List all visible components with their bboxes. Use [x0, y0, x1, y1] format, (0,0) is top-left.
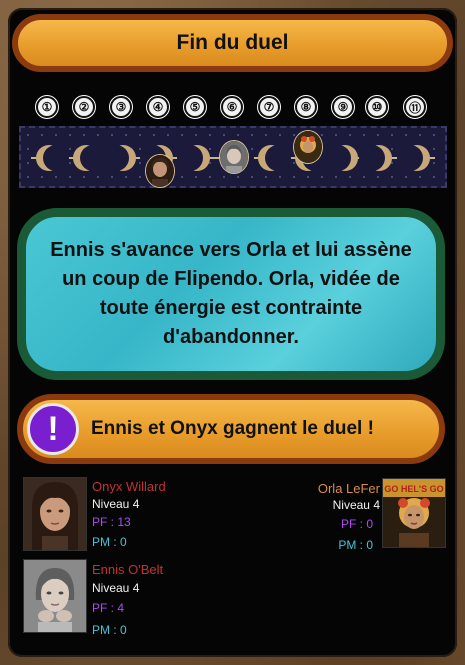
player-token-ennis-obelt[interactable] — [219, 140, 249, 174]
exclamation-icon: ! — [27, 403, 79, 455]
player-token-orla[interactable] — [293, 130, 323, 164]
player-pf-onyx: PF : 13 — [92, 515, 131, 529]
result-text: Ennis et Onyx gagnent le duel ! — [91, 418, 374, 439]
turn-5: ⑤ — [184, 96, 206, 118]
player-pm-onyx: PM : 0 — [92, 535, 127, 549]
player-pf-ennis: PF : 4 — [92, 601, 125, 615]
moon-phase-icon — [258, 145, 291, 171]
moon-phase-track — [19, 126, 447, 188]
avatar-onyx[interactable] — [23, 477, 87, 551]
avatar-ennis[interactable] — [23, 559, 87, 633]
turn-1: ① — [36, 96, 58, 118]
moon-phase-icon — [73, 145, 106, 171]
duel-message-text: Ennis s'avance vers Orla et lui assène u… — [50, 239, 412, 348]
moon-phase-icon — [397, 145, 430, 171]
player-name-onyx: Onyx Willard — [92, 479, 166, 494]
turn-3: ③ — [110, 96, 132, 118]
portrait-icon — [294, 131, 322, 163]
moon-phase-icon — [36, 145, 69, 171]
portrait-icon — [146, 155, 174, 187]
avatar-orla[interactable]: GO HEL'S GO — [382, 478, 446, 548]
player-level-onyx: Niveau 4 — [92, 497, 140, 511]
turn-8: ⑧ — [295, 96, 317, 118]
avatar-sign-text: GO HEL'S GO — [384, 484, 443, 494]
page-title: Fin du duel — [176, 31, 289, 54]
portrait-icon — [24, 560, 86, 632]
player-pf-orla: PF : 0 — [340, 517, 373, 531]
moon-phase-icon — [325, 145, 358, 171]
turn-4: ④ — [147, 96, 169, 118]
duel-message: Ennis s'avance vers Orla et lui assène u… — [17, 208, 445, 380]
turn-6: ⑥ — [221, 96, 243, 118]
player-name-ennis: Ennis O'Belt — [92, 562, 164, 577]
player-name-orla: Orla LeFer — [317, 481, 380, 496]
turn-indicators: ① ② ③ ④ ⑤ ⑥ ⑦ ⑧ ⑨ ⑩ ⑪ — [36, 96, 432, 120]
turn-10: ⑩ — [366, 96, 388, 118]
moon-phase-icon — [103, 145, 136, 171]
title-banner: Fin du duel — [12, 14, 453, 72]
player-pm-orla: PM : 0 — [338, 538, 373, 552]
player-token-ennis[interactable] — [145, 154, 175, 188]
result-banner: ! Ennis et Onyx gagnent le duel ! — [17, 394, 445, 464]
turn-7: ⑦ — [258, 96, 280, 118]
portrait-icon — [24, 478, 86, 550]
turn-11: ⑪ — [404, 96, 426, 118]
portrait-icon — [220, 141, 248, 173]
turn-9: ⑨ — [332, 96, 354, 118]
player-level-orla: Niveau 4 — [332, 498, 380, 512]
player-pm-ennis: PM : 0 — [92, 623, 127, 637]
turn-2: ② — [73, 96, 95, 118]
portrait-icon: GO HEL'S GO — [383, 479, 445, 547]
moon-phase-icon — [359, 145, 392, 171]
player-level-ennis: Niveau 4 — [92, 581, 140, 595]
moon-phase-icon — [177, 145, 210, 171]
